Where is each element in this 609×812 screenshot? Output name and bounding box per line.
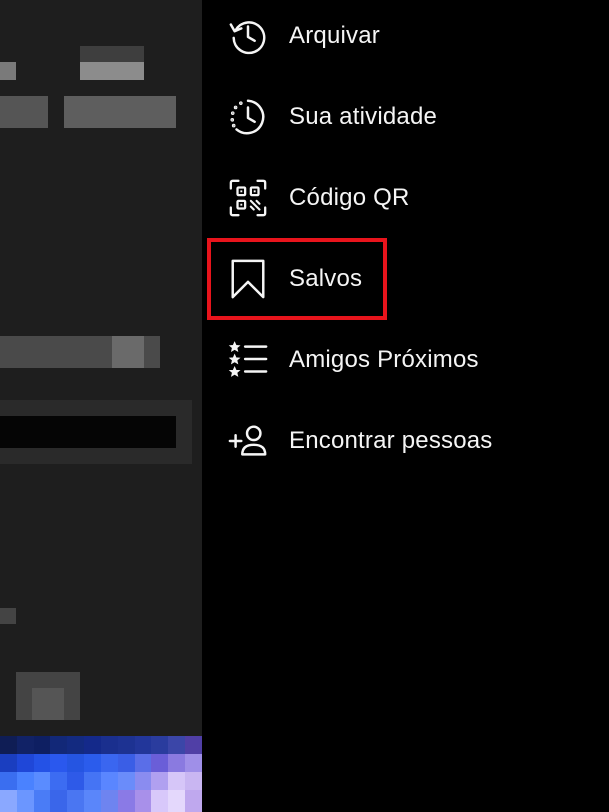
pixelated-text bbox=[112, 336, 144, 368]
menu-item-label: Sua atividade bbox=[289, 102, 438, 130]
activity-clock-icon bbox=[226, 95, 270, 139]
pixelated-text bbox=[64, 96, 176, 128]
pixelated-image-row bbox=[0, 754, 202, 772]
background-profile-panel bbox=[0, 0, 202, 812]
pixelated-image-row bbox=[0, 772, 202, 790]
menu-item-salvos[interactable]: Salvos bbox=[202, 238, 609, 319]
menu-item-label: Arquivar bbox=[289, 21, 380, 49]
menu-item-amigos-proximos[interactable]: Amigos Próximos bbox=[202, 319, 609, 400]
side-drawer-menu: Arquivar Sua atividade Código QR Salvos … bbox=[202, 0, 609, 812]
pixelated-block bbox=[32, 688, 64, 720]
pixelated-text bbox=[0, 96, 48, 128]
close-friends-list-icon bbox=[226, 338, 270, 382]
pixelated-block bbox=[0, 416, 176, 448]
pixelated-block bbox=[0, 608, 16, 624]
qr-code-icon bbox=[226, 176, 270, 220]
pixelated-image-row bbox=[0, 736, 202, 754]
pixelated-text bbox=[0, 62, 16, 80]
archive-history-icon bbox=[226, 14, 270, 58]
menu-item-label: Código QR bbox=[289, 183, 410, 211]
pixelated-image-row bbox=[0, 790, 202, 812]
menu-item-encontrar-pessoas[interactable]: Encontrar pessoas bbox=[202, 400, 609, 481]
bookmark-icon bbox=[226, 257, 270, 301]
add-person-icon bbox=[226, 419, 270, 463]
pixelated-text bbox=[80, 62, 144, 80]
menu-item-label: Salvos bbox=[289, 264, 363, 292]
menu-item-arquivar[interactable]: Arquivar bbox=[202, 0, 609, 76]
menu-item-sua-atividade[interactable]: Sua atividade bbox=[202, 76, 609, 157]
menu-item-label: Amigos Próximos bbox=[289, 345, 479, 373]
pixelated-text bbox=[80, 46, 144, 62]
menu-item-label: Encontrar pessoas bbox=[289, 426, 493, 454]
menu-item-codigo-qr[interactable]: Código QR bbox=[202, 157, 609, 238]
